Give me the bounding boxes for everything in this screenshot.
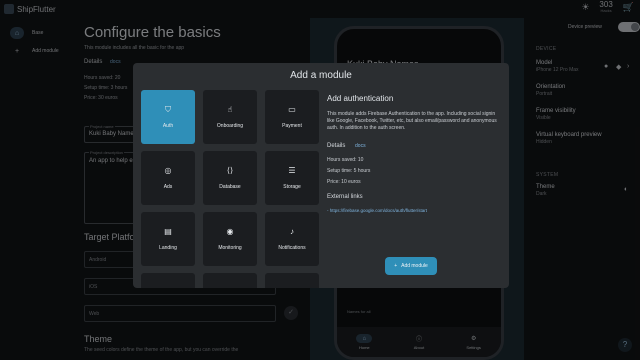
module-tile-partial[interactable] bbox=[141, 273, 195, 288]
module-tile-label: Notifications bbox=[278, 245, 306, 251]
touch-icon: ☝ bbox=[227, 105, 233, 114]
module-tile-label: Database bbox=[219, 184, 241, 190]
module-tile-partial[interactable] bbox=[265, 273, 319, 288]
module-tile-label: Payment bbox=[282, 123, 302, 129]
module-tile-auth[interactable]: ⛉ Auth bbox=[141, 90, 195, 144]
module-tile-label: Ads bbox=[163, 184, 173, 190]
add-module-button-label: Add module bbox=[401, 263, 428, 269]
module-tile-label: Landing bbox=[159, 245, 177, 251]
module-tile-label: Storage bbox=[283, 184, 301, 190]
module-tile-storage[interactable]: ☰ Storage bbox=[265, 151, 319, 205]
module-tile-label: Auth bbox=[162, 123, 174, 129]
module-grid: ⛉ Auth ☝ Onboarding ▭ Payment ◎ Ads ⟨⟩ D… bbox=[141, 90, 321, 288]
module-tile-ads[interactable]: ◎ Ads bbox=[141, 151, 195, 205]
module-detail-title: Add authentication bbox=[327, 94, 394, 103]
module-detail-details-row: Details docs bbox=[327, 143, 502, 149]
module-detail-description: This module adds Firebase Authentication… bbox=[327, 111, 497, 132]
module-detail-details-label: Details bbox=[327, 142, 346, 149]
external-link[interactable]: - https://firebase.google.com/docs/auth/… bbox=[327, 208, 502, 213]
module-setup-time: Setup time: 5 hours bbox=[327, 167, 371, 174]
ads-icon: ◎ bbox=[164, 166, 172, 175]
module-docs-link[interactable]: docs bbox=[355, 143, 366, 149]
module-tile-monitoring[interactable]: ◉ Monitoring bbox=[203, 212, 257, 266]
module-hours-saved: Hours saved: 10 bbox=[327, 156, 364, 163]
module-tile-payment[interactable]: ▭ Payment bbox=[265, 90, 319, 144]
module-tile-landing[interactable]: ▤ Landing bbox=[141, 212, 195, 266]
module-tile-database[interactable]: ⟨⟩ Database bbox=[203, 151, 257, 205]
web-icon: ▤ bbox=[164, 227, 172, 236]
bell-icon: ♪ bbox=[290, 227, 294, 236]
external-links-title: External links bbox=[327, 193, 363, 200]
monitor-icon: ◉ bbox=[226, 227, 234, 236]
module-tile-notifications[interactable]: ♪ Notifications bbox=[265, 212, 319, 266]
module-tile-label: Onboarding bbox=[216, 123, 244, 129]
code-icon: ⟨⟩ bbox=[226, 166, 234, 175]
module-detail: Add authentication This module adds Fire… bbox=[327, 94, 502, 213]
module-price: Price: 10 euros bbox=[327, 178, 361, 185]
add-module-dialog: Add a module ⛉ Auth ☝ Onboarding ▭ Payme… bbox=[133, 63, 509, 288]
module-tile-onboarding[interactable]: ☝ Onboarding bbox=[203, 90, 257, 144]
shield-icon: ⛉ bbox=[165, 105, 171, 114]
storage-icon: ☰ bbox=[288, 166, 296, 175]
module-tile-partial[interactable] bbox=[203, 273, 257, 288]
add-module-button[interactable]: + Add module bbox=[385, 257, 437, 275]
plus-icon: + bbox=[394, 263, 398, 269]
dialog-title: Add a module bbox=[290, 70, 352, 81]
card-icon: ▭ bbox=[288, 105, 296, 114]
module-tile-label: Monitoring bbox=[218, 245, 242, 251]
